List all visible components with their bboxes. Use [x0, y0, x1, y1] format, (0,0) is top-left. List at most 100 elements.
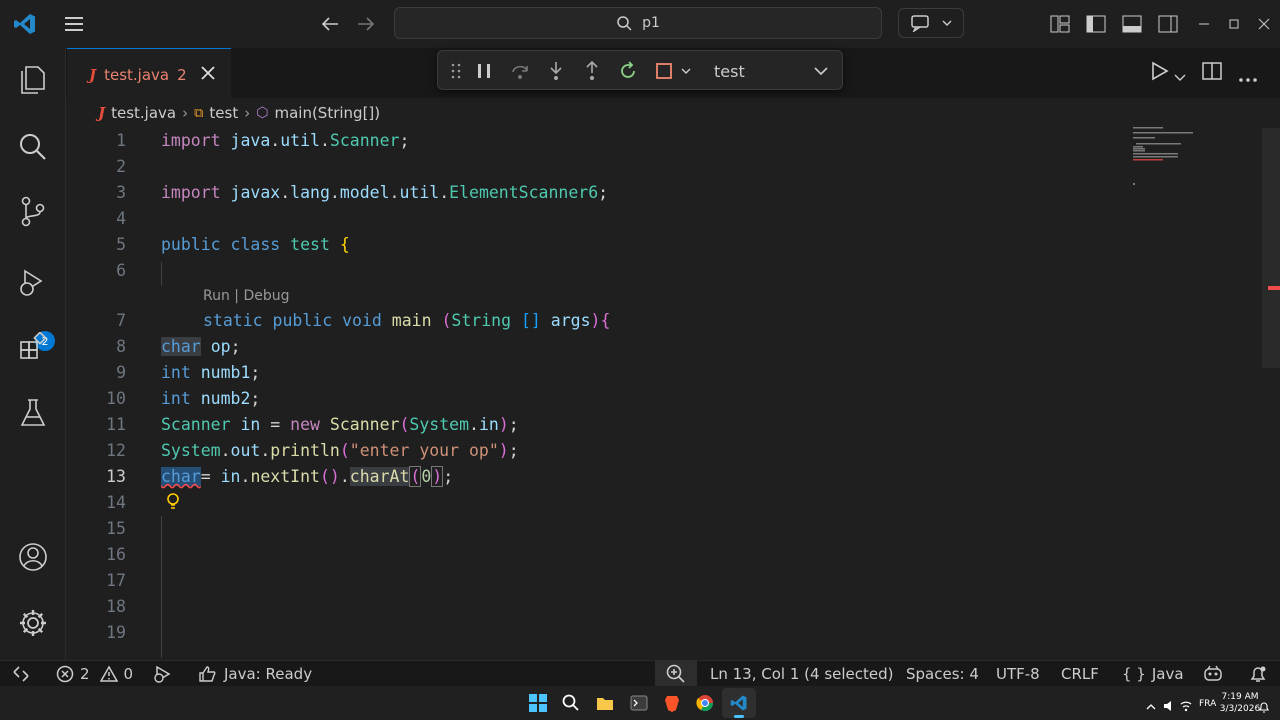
run-debug-codelens[interactable]: Run | Debug — [203, 288, 290, 304]
debug-config-select[interactable]: test — [706, 57, 836, 85]
windows-start-icon[interactable] — [528, 693, 548, 713]
code-line: 4 — [66, 206, 1262, 232]
line-number: 18 — [106, 597, 126, 616]
code-line-current: 13 char= in.nextInt().charAt(0); — [66, 464, 1262, 490]
clock-time[interactable]: 7:19 AM — [1220, 692, 1260, 702]
search-text: p1 — [642, 15, 660, 31]
brave-browser-icon[interactable] — [662, 693, 682, 713]
line-number: 13 — [106, 467, 126, 486]
code-line: 2 — [66, 154, 1262, 180]
clock-date[interactable]: 3/3/2026 — [1218, 704, 1262, 714]
close-tab-icon[interactable] — [201, 65, 215, 84]
java-file-icon: J — [89, 65, 97, 84]
settings-gear-icon[interactable] — [16, 606, 50, 640]
maximize-icon[interactable] — [1222, 12, 1246, 36]
remote-icon[interactable] — [12, 661, 30, 687]
stop-icon[interactable] — [652, 59, 676, 83]
command-center-search[interactable]: p1 — [394, 7, 882, 39]
run-java-icon[interactable] — [1150, 61, 1170, 85]
step-over-icon[interactable] — [508, 59, 532, 83]
tray-chevron-icon[interactable] — [1146, 696, 1156, 715]
debug-toolbar: test — [437, 50, 843, 90]
language-mode[interactable]: { } Java — [1122, 661, 1184, 687]
java-file-icon: J — [98, 104, 106, 122]
code-text: import javax.lang.model.util.ElementScan… — [161, 183, 609, 202]
wifi-icon[interactable] — [1180, 697, 1192, 716]
code-line: 12 System.out.println("enter your op"); — [66, 438, 1262, 464]
line-number: 17 — [106, 571, 126, 590]
code-line: 7 static public void main (String [] args… — [66, 308, 1262, 334]
breadcrumb-class[interactable]: test — [209, 104, 238, 122]
status-bar: 2 0 Java: Ready Ln 13, Col 1 (4 selected… — [0, 660, 1280, 687]
volume-icon[interactable] — [1163, 697, 1175, 716]
thumbs-up-icon — [199, 666, 216, 682]
end-of-line[interactable]: CRLF — [1061, 661, 1099, 687]
explorer-icon[interactable] — [16, 62, 50, 96]
file-explorer-icon[interactable] — [595, 693, 615, 713]
debug-status-icon[interactable] — [152, 661, 174, 687]
toggle-secondary-sidebar-icon[interactable] — [1156, 12, 1180, 36]
menu-icon[interactable] — [63, 12, 87, 36]
chevron-right-icon: › — [244, 104, 251, 122]
copilot-button[interactable] — [898, 8, 964, 38]
indentation[interactable]: Spaces: 4 — [906, 661, 979, 687]
warning-count: 0 — [123, 665, 134, 683]
code-line: 14 — [66, 490, 1262, 516]
breadcrumb-file[interactable]: test.java — [111, 104, 176, 122]
code-text: static public void main (String [] args)… — [203, 311, 611, 330]
method-symbol-icon: ⬡ — [256, 105, 269, 121]
line-number: 10 — [106, 389, 126, 408]
title-bar: p1 — [0, 0, 1280, 48]
zoom-icon[interactable] — [655, 661, 697, 687]
code-text: char= in.nextInt().charAt(0); — [161, 466, 454, 487]
drag-handle-icon[interactable] — [444, 59, 468, 83]
stop-dropdown-chevron-icon[interactable] — [674, 59, 698, 83]
taskbar-search-icon[interactable] — [561, 693, 581, 713]
tab-test-java[interactable]: J test.java 2 — [67, 48, 231, 100]
run-dropdown-chevron-icon[interactable] — [1174, 67, 1186, 91]
line-number: 2 — [116, 157, 126, 176]
search-sidebar-icon[interactable] — [16, 130, 50, 164]
vertical-scrollbar[interactable] — [1262, 128, 1280, 368]
breadcrumb: J test.java › ⧉ test › ⬡ main(String[]) — [66, 100, 380, 126]
toggle-panel-icon[interactable] — [1120, 12, 1144, 36]
source-control-icon[interactable] — [16, 194, 50, 228]
indent-guide — [161, 516, 162, 658]
vscode-taskbar-icon[interactable] — [722, 688, 756, 718]
lightbulb-quick-fix-icon[interactable] — [165, 492, 181, 514]
problems-indicator[interactable]: 2 0 — [56, 661, 133, 687]
customize-layout-icon[interactable] — [1048, 12, 1072, 36]
minimap[interactable] — [1130, 125, 1210, 205]
testing-flask-icon[interactable] — [16, 396, 50, 430]
encoding[interactable]: UTF-8 — [996, 661, 1040, 687]
activity-bar: 2 — [0, 48, 66, 660]
chat-icon — [911, 15, 929, 32]
breadcrumb-method[interactable]: main(String[]) — [274, 104, 380, 122]
cursor-position[interactable]: Ln 13, Col 1 (4 selected) — [710, 661, 894, 687]
close-window-icon[interactable] — [1252, 12, 1276, 36]
more-actions-icon[interactable] — [1238, 68, 1258, 92]
minimize-icon[interactable] — [1192, 12, 1216, 36]
step-into-icon[interactable] — [544, 59, 568, 83]
notifications-bell-icon[interactable] — [1248, 661, 1268, 687]
notification-center-icon[interactable] — [1258, 698, 1270, 717]
pause-icon[interactable] — [472, 59, 496, 83]
copilot-status-icon[interactable] — [1202, 661, 1224, 687]
java-status[interactable]: Java: Ready — [198, 661, 312, 687]
terminal-icon[interactable] — [629, 693, 649, 713]
accounts-icon[interactable] — [16, 540, 50, 574]
run-and-debug-icon[interactable] — [16, 266, 50, 300]
code-editor[interactable]: 1 import java.util.Scanner; 2 3 import jav… — [66, 128, 1262, 658]
back-arrow-icon[interactable] — [318, 12, 342, 36]
java-status-label: Java: Ready — [224, 665, 313, 683]
chrome-browser-icon[interactable] — [695, 693, 715, 713]
extensions-icon[interactable] — [16, 330, 50, 364]
error-count: 2 — [80, 665, 90, 683]
split-editor-icon[interactable] — [1202, 61, 1222, 85]
forward-arrow-icon[interactable] — [354, 12, 378, 36]
restart-icon[interactable] — [616, 59, 640, 83]
input-language[interactable]: FRA — [1199, 699, 1216, 709]
step-out-icon[interactable] — [580, 59, 604, 83]
line-number: 6 — [116, 261, 126, 280]
toggle-primary-sidebar-icon[interactable] — [1084, 12, 1108, 36]
